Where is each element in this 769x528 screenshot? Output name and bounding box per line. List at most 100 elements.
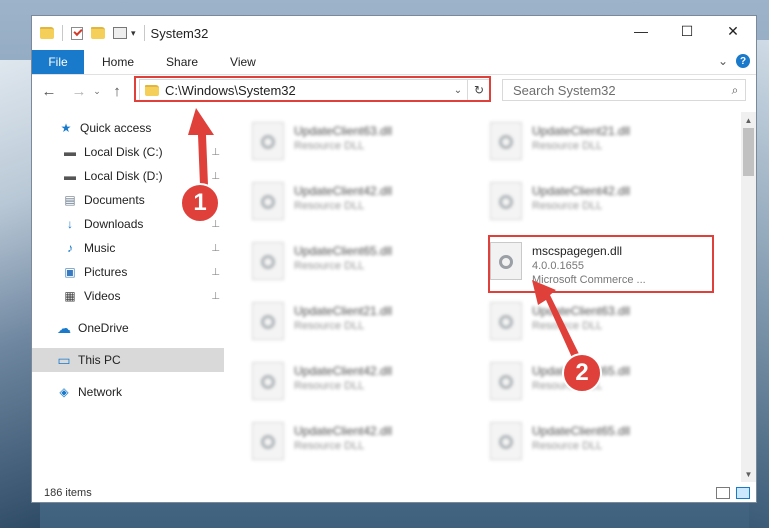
sidebar-item-local-disk-c[interactable]: ▬ Local Disk (C:) ⊥	[32, 140, 224, 164]
dll-file-icon	[490, 302, 522, 340]
dll-file-icon	[252, 422, 284, 460]
pin-icon[interactable]: ⊥	[211, 171, 220, 182]
sidebar-item-label: OneDrive	[78, 321, 129, 335]
expand-ribbon-icon[interactable]: ⌄	[718, 54, 728, 68]
list-item[interactable]: UpdateClient63.dll Resource DLL	[252, 116, 472, 168]
status-bar: 186 items	[32, 482, 756, 502]
file-name: UpdateClient42.dll	[294, 364, 393, 378]
file-name: UpdateClient42.dll	[532, 184, 631, 198]
scroll-down-icon[interactable]: ▼	[741, 466, 756, 482]
back-button[interactable]: ←	[38, 81, 60, 103]
file-highlight	[488, 235, 714, 293]
pin-icon[interactable]: ⊥	[211, 267, 220, 278]
pin-icon[interactable]: ⊥	[211, 291, 220, 302]
list-item[interactable]: UpdateClient21.dll Resource DLL	[490, 116, 710, 168]
music-icon: ♪	[67, 241, 73, 255]
pin-icon[interactable]: ⊥	[211, 147, 220, 158]
dll-file-icon	[490, 422, 522, 460]
view-options-icon[interactable]	[113, 27, 127, 39]
scroll-up-icon[interactable]: ▲	[741, 112, 756, 128]
help-icon[interactable]: ?	[736, 54, 750, 68]
list-item[interactable]: UpdateClient42.dll Resource DLL	[252, 176, 472, 228]
large-icons-view-icon[interactable]	[736, 487, 750, 499]
file-type: Resource DLL	[532, 440, 603, 452]
file-type: Resource DLL	[532, 200, 603, 212]
forward-button[interactable]: →	[68, 81, 90, 103]
window-title: System32	[150, 25, 209, 41]
sidebar-item-pictures[interactable]: ▣ Pictures ⊥	[32, 260, 224, 284]
window-controls: — ☐ ✕	[618, 16, 756, 46]
dll-file-icon	[252, 242, 284, 280]
sidebar-item-label: Network	[78, 385, 123, 399]
file-type: Resource DLL	[532, 320, 603, 332]
file-type: Resource DLL	[294, 200, 365, 212]
list-item[interactable]: UpdateClient42.dll Resource DLL	[252, 416, 472, 468]
search-placeholder[interactable]: Search System32	[513, 83, 725, 98]
sidebar-item-onedrive[interactable]: ☁ OneDrive	[32, 316, 224, 340]
ribbon-right-controls: ⌄ ?	[718, 54, 750, 68]
list-item[interactable]: UpdateClient42.dll Resource DLL	[490, 176, 710, 228]
details-view-icon[interactable]	[716, 487, 730, 499]
dll-file-icon	[490, 122, 522, 160]
search-icon[interactable]: ⌕	[725, 83, 745, 98]
sidebar-item-this-pc[interactable]: ▭ This PC	[32, 348, 224, 372]
ribbon-tabs: File Home Share View ⌄ ?	[32, 50, 756, 75]
pictures-icon: ▣	[64, 265, 76, 279]
vertical-scrollbar[interactable]: ▲ ▼	[741, 112, 756, 482]
file-list: UpdateClient63.dll Resource DLL UpdateCl…	[227, 112, 742, 476]
file-type: Resource DLL	[294, 380, 365, 392]
customize-toolbar-icon[interactable]: ▾	[131, 28, 136, 39]
dll-file-icon	[252, 122, 284, 160]
sidebar-item-videos[interactable]: ▦ Videos ⊥	[32, 284, 224, 308]
close-button[interactable]: ✕	[710, 16, 756, 46]
dll-file-icon	[252, 302, 284, 340]
sidebar-item-quick-access[interactable]: ★ Quick access	[32, 116, 224, 140]
sidebar-item-label: This PC	[78, 353, 121, 367]
sidebar-item-label: Music	[84, 241, 116, 255]
new-folder-icon[interactable]	[91, 27, 105, 39]
pin-icon[interactable]: ⊥	[211, 243, 220, 254]
title-bar: ▾ System32 — ☐ ✕	[32, 16, 756, 50]
address-bar-highlight	[134, 76, 491, 102]
list-item[interactable]: UpdateClient63.dll Resource DLL	[490, 296, 710, 348]
minimize-button[interactable]: —	[618, 16, 664, 46]
sidebar-item-network[interactable]: ◈ Network	[32, 380, 224, 404]
properties-check-icon[interactable]	[71, 26, 83, 40]
sidebar-item-label: Videos	[84, 289, 121, 303]
file-type: Resource DLL	[294, 440, 365, 452]
scrollbar-thumb[interactable]	[743, 128, 754, 176]
sidebar-item-label: Local Disk (C:)	[84, 145, 163, 159]
list-item[interactable]: UpdateClient65.dll Resource DLL	[252, 236, 472, 288]
up-button[interactable]: ↑	[106, 81, 128, 103]
tab-share[interactable]: Share	[150, 55, 214, 69]
view-switcher	[716, 487, 750, 499]
tab-view[interactable]: View	[214, 55, 272, 69]
maximize-button[interactable]: ☐	[664, 16, 710, 46]
search-box[interactable]: Search System32 ⌕	[502, 79, 746, 101]
sidebar-item-label: Pictures	[84, 265, 128, 279]
sidebar-item-label: Downloads	[84, 217, 144, 231]
file-name: UpdateClient65.dll	[532, 424, 631, 438]
drive-icon: ▬	[64, 145, 76, 159]
list-item[interactable]: UpdateClient65.dll Resource DLL	[490, 416, 710, 468]
download-icon: ↓	[67, 217, 73, 231]
file-name: UpdateClient42.dll	[294, 184, 393, 198]
tab-file[interactable]: File	[32, 50, 84, 74]
step-badge-1: 1	[180, 183, 220, 223]
sidebar-item-music[interactable]: ♪ Music ⊥	[32, 236, 224, 260]
file-type: Resource DLL	[294, 260, 365, 272]
file-type: Resource DLL	[532, 140, 603, 152]
recent-locations-button[interactable]: ⌄	[90, 81, 104, 103]
cloud-icon: ☁	[57, 319, 71, 336]
tab-home[interactable]: Home	[84, 55, 150, 69]
computer-icon: ▭	[57, 351, 71, 368]
drive-icon: ▬	[64, 169, 76, 183]
pin-icon[interactable]: ⊥	[211, 219, 220, 230]
list-item[interactable]: UpdateClient21.dll Resource DLL	[252, 296, 472, 348]
sidebar-item-label: Local Disk (D:)	[84, 169, 163, 183]
list-item[interactable]: UpdateClient42.dll Resource DLL	[252, 356, 472, 408]
file-name: UpdateClient63.dll	[532, 304, 631, 318]
navigation-pane: ★ Quick access ▬ Local Disk (C:) ⊥ ▬ Loc…	[32, 112, 224, 476]
toolbar-separator	[62, 25, 63, 41]
folder-icon	[40, 27, 54, 39]
